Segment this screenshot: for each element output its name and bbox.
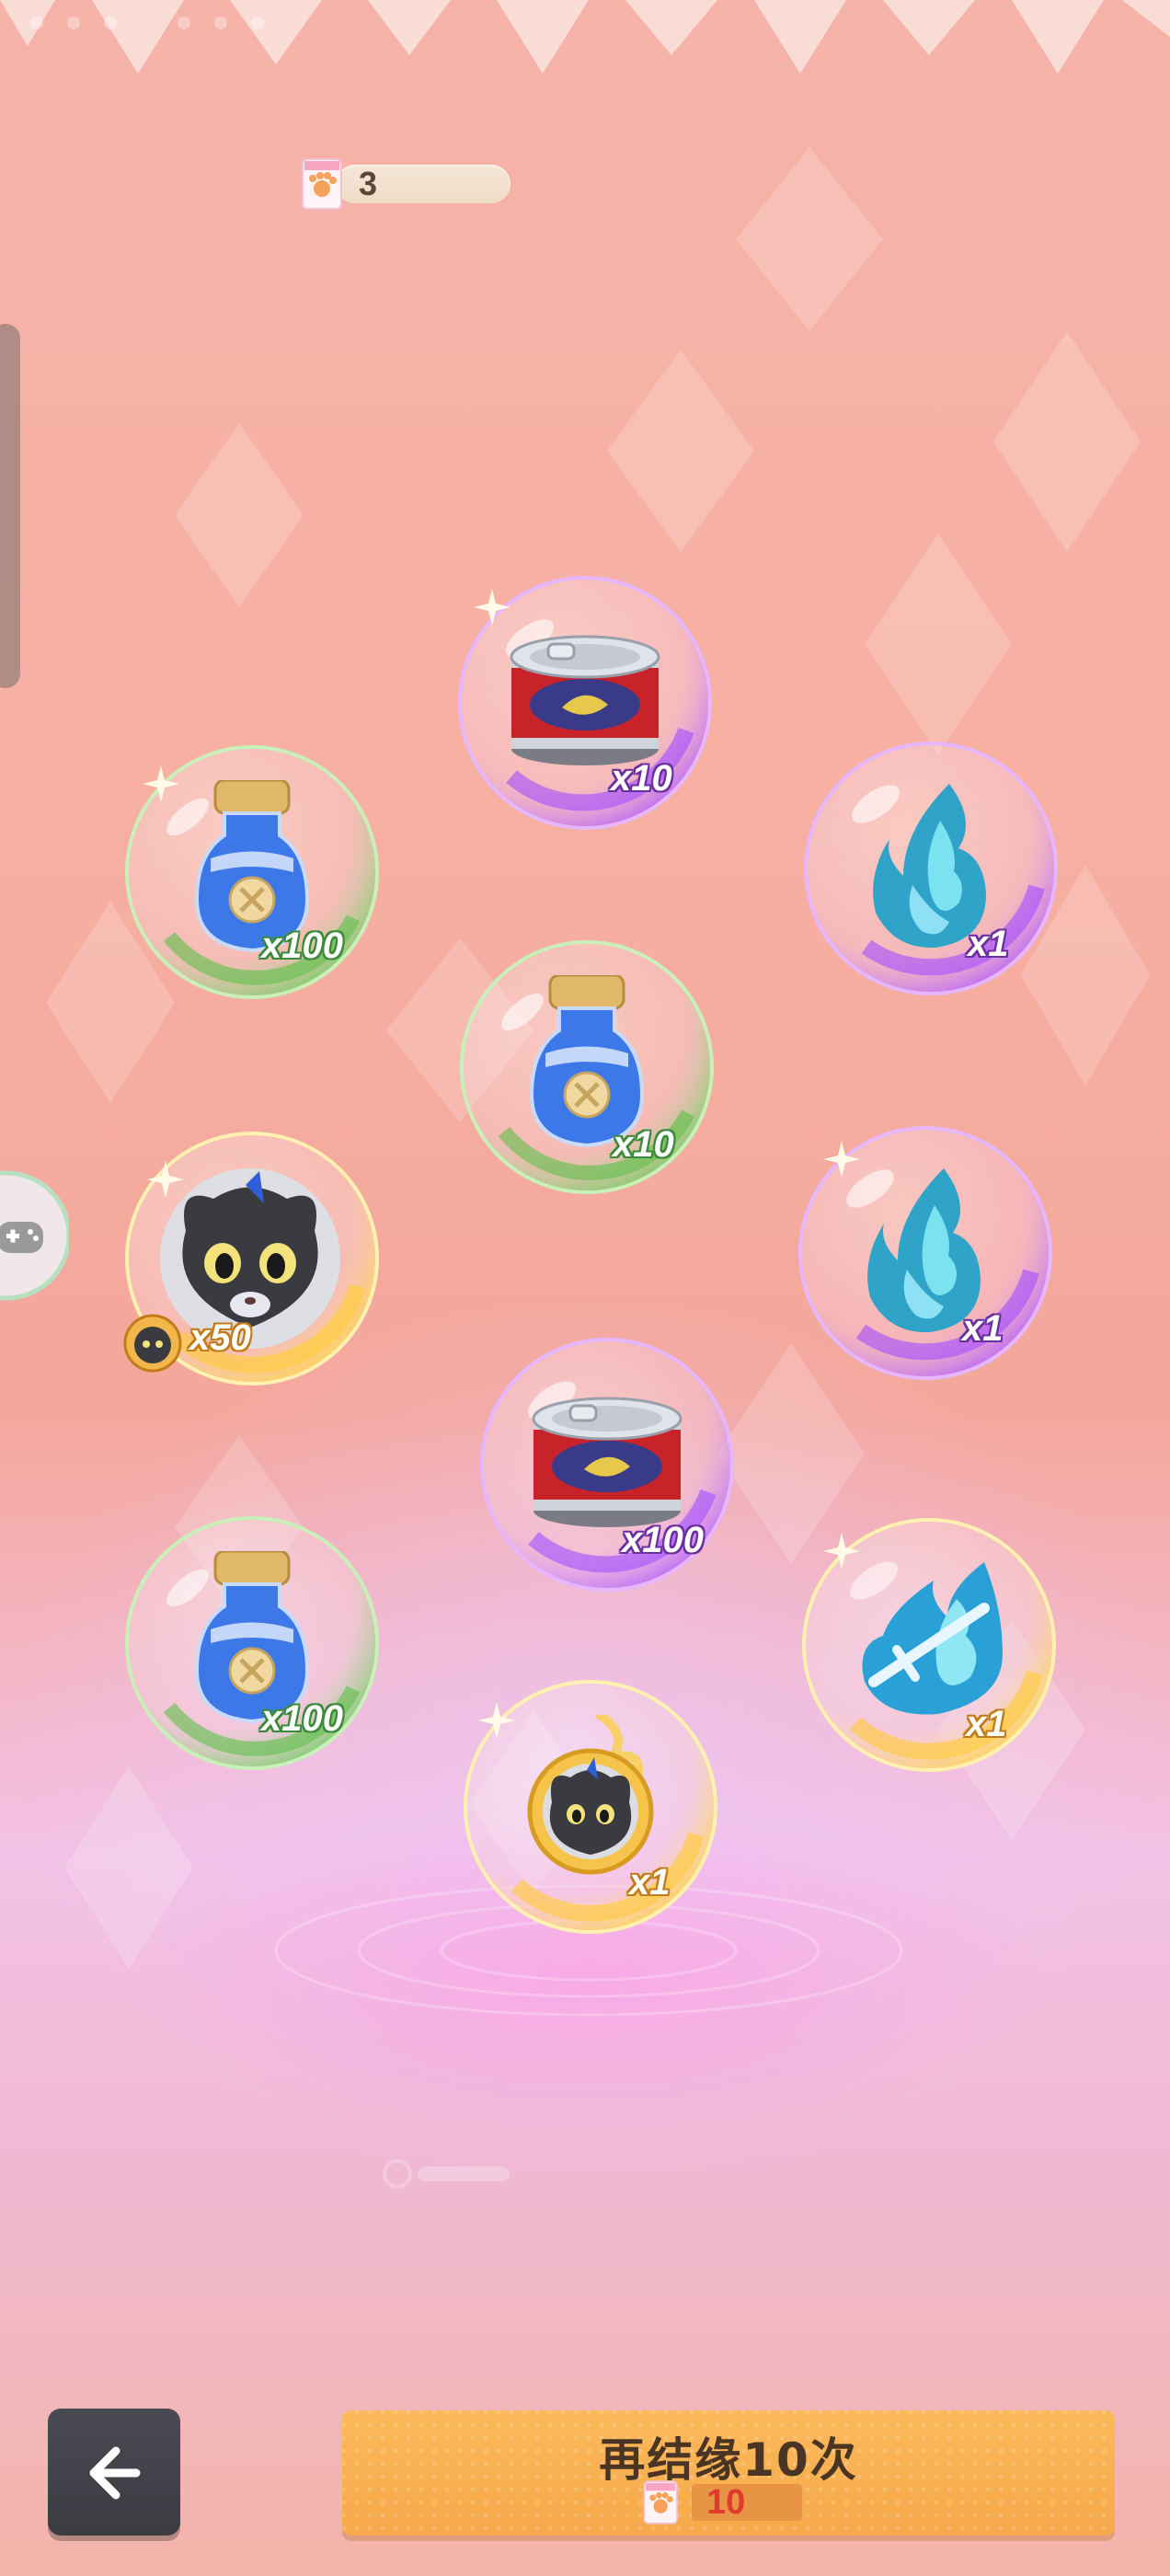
sparkle-icon [823,1141,860,1178]
reward-quantity: x10 [611,758,672,799]
back-arrow-icon [89,2446,141,2500]
reward-quantity: x100 [261,1698,343,1739]
gamepad-float-button[interactable] [0,1167,69,1305]
reward-quantity: x1 [968,924,1009,964]
gamepad-icon [0,1222,43,1253]
ticket-counter: 3 [299,157,510,211]
reward-quantity: x100 [622,1520,704,1560]
diamond-pattern-decoration [0,0,1170,74]
redraw-10-button[interactable]: 再结缘10次 10 [342,2410,1115,2536]
reward-quantity: x10 [613,1124,674,1165]
watermark-logo [383,2159,510,2189]
black-cat-frame-icon [527,1715,654,1875]
reward-bubble-8[interactable]: x100 [123,1514,381,1772]
reward-bubble-4[interactable]: x10 [458,938,716,1196]
side-drawer-handle[interactable] [0,324,20,688]
sparkle-icon [147,1161,184,1198]
reward-quantity: x1 [966,1704,1007,1744]
cost-value: 10 [706,2483,746,2522]
reward-quantity: x1 [962,1308,1004,1349]
sparkle-icon [478,1702,515,1739]
cat-food-can-icon [532,1397,682,1527]
redraw-label: 再结缘10次 [599,2433,858,2487]
paw-ticket-icon [643,2480,678,2524]
reward-bubble-3[interactable]: x1 [802,740,1060,997]
cat-food-can-icon [510,635,660,765]
sparkle-icon [143,765,179,802]
paw-ticket-icon [302,158,342,210]
reward-quantity: x50 [189,1317,251,1358]
ticket-count: 3 [359,165,378,202]
sparkle-icon [823,1533,860,1570]
cat-currency-icon [123,1314,182,1373]
back-button[interactable] [48,2409,180,2536]
reward-bubble-7[interactable]: x100 [478,1336,736,1593]
sparkle-icon [474,589,510,626]
blue-flame-sword-icon [862,1562,1003,1715]
reward-quantity: x1 [629,1862,671,1903]
reward-quantity: x100 [261,926,343,966]
